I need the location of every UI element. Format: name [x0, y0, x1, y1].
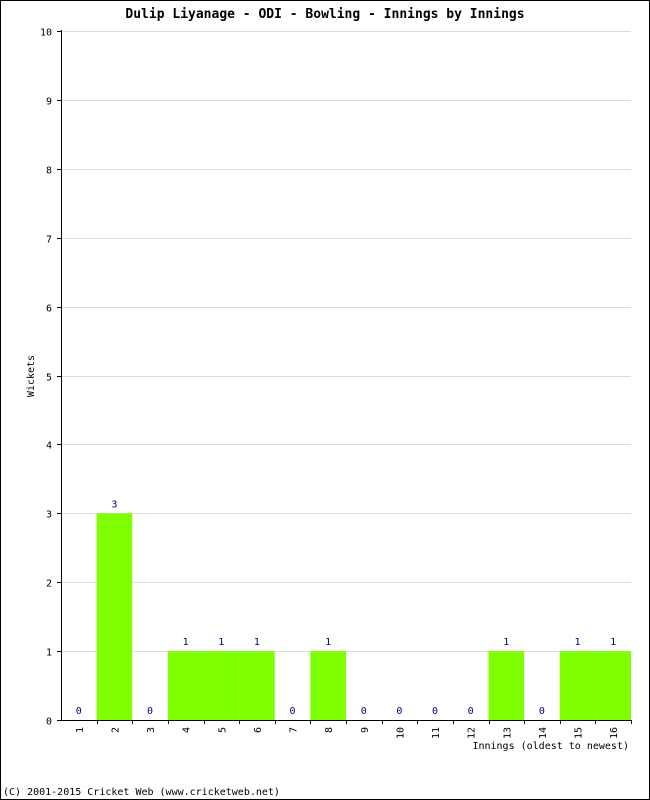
x-tick-label: 4: [182, 727, 193, 733]
x-axis-label: Innings (oldest to newest): [472, 741, 629, 752]
y-tick-label: 5: [46, 373, 52, 384]
data-label: 0: [147, 706, 153, 717]
data-label: 1: [183, 637, 189, 648]
data-label: 0: [396, 706, 402, 717]
x-tick-label: 9: [360, 727, 371, 733]
bar: [559, 651, 596, 720]
data-label: 3: [111, 499, 117, 510]
data-label: 1: [325, 637, 331, 648]
gridlines: [61, 31, 631, 652]
x-tick-label: 1: [75, 727, 86, 733]
data-label: 0: [539, 706, 545, 717]
data-label: 1: [218, 637, 224, 648]
x-tick-label: 10: [395, 727, 406, 739]
bar: [239, 651, 275, 720]
y-tick-label: 0: [46, 717, 52, 728]
bar: [203, 651, 240, 720]
x-tick-label: 7: [289, 727, 300, 733]
x-tick-label: 11: [431, 727, 442, 739]
data-label: 0: [468, 706, 474, 717]
y-tick-label: 7: [46, 235, 52, 246]
x-tick-label: 15: [574, 727, 585, 739]
y-axis-ticks: 0 1 2 3 4 5 6 7 8 9 10: [40, 28, 61, 728]
y-axis-label: Wickets: [26, 355, 37, 397]
x-tick-label: 5: [217, 727, 228, 733]
x-tick-label: 3: [146, 727, 157, 733]
bar: [96, 513, 133, 720]
x-tick-label: 8: [324, 727, 335, 733]
y-tick-label: 2: [46, 579, 52, 590]
y-tick-label: 3: [46, 510, 52, 521]
bar: [595, 651, 631, 720]
x-tick-label: 2: [110, 727, 121, 733]
x-tick-label: 6: [253, 727, 264, 733]
bars: [96, 513, 631, 720]
chart-title: Dulip Liyanage - ODI - Bowling - Innings…: [125, 7, 524, 22]
data-label: 0: [432, 706, 438, 717]
y-tick-label: 4: [46, 441, 52, 452]
y-tick-label: 10: [40, 28, 52, 39]
data-label: 0: [290, 706, 296, 717]
y-tick-label: 9: [46, 97, 52, 108]
bar-chart: Dulip Liyanage - ODI - Bowling - Innings…: [3, 7, 632, 798]
copyright-footer: (C) 2001-2015 Cricket Web (www.cricketwe…: [3, 787, 280, 798]
data-label: 1: [575, 637, 581, 648]
y-tick-label: 6: [46, 304, 52, 315]
data-label: 0: [361, 706, 367, 717]
x-tick-label: 16: [609, 727, 620, 739]
x-tick-label: 12: [467, 727, 478, 739]
x-tick-label: 13: [502, 727, 513, 739]
bar: [310, 651, 346, 720]
data-label: 1: [610, 637, 616, 648]
data-label: 1: [503, 637, 509, 648]
y-tick-label: 1: [46, 648, 52, 659]
y-tick-label: 8: [46, 166, 52, 177]
bar: [488, 651, 525, 720]
data-label: 1: [254, 637, 260, 648]
data-label: 0: [76, 706, 82, 717]
x-tick-label: 14: [538, 727, 549, 739]
bar: [167, 651, 204, 720]
x-axis-ticks: 1 2 3 4 5 6 7 8 9 10 11 12 13 14 15 16: [75, 720, 632, 739]
